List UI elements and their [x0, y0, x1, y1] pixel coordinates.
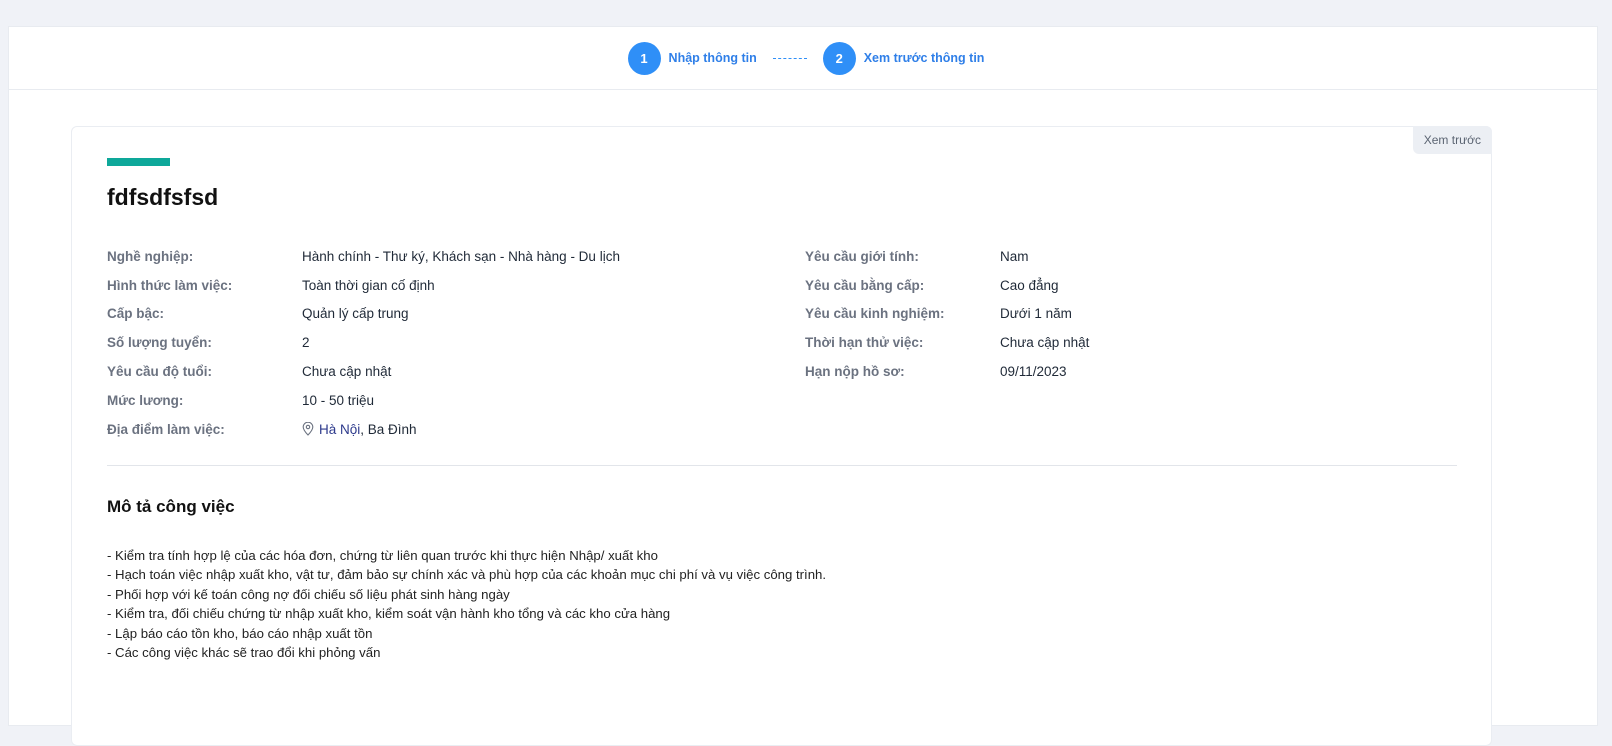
info-label: Hình thức làm việc:	[107, 277, 233, 293]
location-district: , Ba Đình	[360, 421, 417, 437]
info-value: Cao đẳng	[1000, 277, 1059, 293]
info-row-work-type: Hình thức làm việc: Toàn thời gian cố đị…	[107, 271, 620, 300]
info-row-gender: Yêu cầu giới tính: Nam	[805, 242, 1089, 271]
info-label: Số lượng tuyển:	[107, 335, 212, 351]
info-value: Dưới 1 năm	[1000, 306, 1072, 322]
info-row-degree: Yêu cầu bằng cấp: Cao đẳng	[805, 271, 1089, 300]
info-row-occupation: Nghề nghiệp: Hành chính - Thư ký, Khách …	[107, 242, 620, 271]
info-value: Nam	[1000, 248, 1029, 264]
location-value: Hà Nội, Ba Đình	[302, 421, 417, 437]
map-pin-icon	[302, 421, 314, 436]
info-value: 2	[302, 335, 310, 351]
info-row-location: Địa điểm làm việc: Hà Nội, Ba Đình	[107, 415, 620, 444]
info-value: Toàn thời gian cố định	[302, 277, 435, 293]
description-line: - Phối hợp với kế toán công nợ đối chiếu…	[107, 586, 510, 602]
stepper: 1 Nhập thông tin 2 Xem trước thông tin	[9, 27, 1597, 90]
info-value: Quản lý cấp trung	[302, 306, 409, 322]
section-divider	[107, 465, 1457, 466]
step-number: 1	[627, 41, 661, 75]
description-line: - Hạch toán việc nhập xuất kho, vật tư, …	[107, 567, 827, 583]
accent-bar	[107, 158, 170, 166]
description-heading: Mô tả công việc	[107, 497, 235, 516]
info-value: Hành chính - Thư ký, Khách sạn - Nhà hàn…	[302, 248, 620, 264]
job-info-left: Nghề nghiệp: Hành chính - Thư ký, Khách …	[107, 242, 620, 444]
description-line: - Kiểm tra tính hợp lệ của các hóa đơn, …	[107, 548, 658, 563]
info-label: Yêu cầu bằng cấp:	[805, 277, 925, 293]
info-label: Yêu cầu kinh nghiệm:	[805, 306, 945, 322]
info-label: Yêu cầu giới tính:	[805, 248, 919, 264]
step-number: 2	[822, 41, 856, 75]
location-city-link[interactable]: Hà Nội	[319, 422, 360, 437]
info-label: Địa điểm làm việc:	[107, 421, 225, 437]
job-info-right: Yêu cầu giới tính: Nam Yêu cầu bằng cấp:…	[805, 242, 1089, 386]
info-value: Chưa cập nhật	[302, 364, 392, 380]
info-label: Thời hạn thử việc:	[805, 335, 924, 351]
job-preview-card: Xem trước fdfsdfsfsd Nghề nghiệp: Hành c…	[71, 126, 1492, 746]
info-row-age: Yêu cầu độ tuổi: Chưa cập nhật	[107, 357, 620, 386]
info-value: Chưa cập nhật	[1000, 335, 1090, 351]
step-connector	[772, 57, 807, 59]
info-value: 09/11/2023	[1000, 364, 1067, 380]
info-row-headcount: Số lượng tuyển: 2	[107, 328, 620, 357]
info-label: Hạn nộp hồ sơ:	[805, 364, 905, 380]
step-label: Xem trước thông tin	[863, 51, 985, 65]
preview-badge: Xem trước	[1412, 126, 1492, 154]
description-line: - Lập báo cáo tồn kho, báo cáo nhập xuất…	[107, 625, 373, 641]
step-label: Nhập thông tin	[668, 51, 757, 65]
info-value: 10 - 50 triệu	[302, 392, 375, 408]
step-enter-info[interactable]: 1 Nhập thông tin	[627, 41, 757, 75]
job-title: fdfsdfsfsd	[107, 184, 219, 210]
page-frame: 1 Nhập thông tin 2 Xem trước thông tin X…	[8, 26, 1598, 746]
description-line: - Kiểm tra, đối chiếu chứng từ nhập xuất…	[107, 606, 671, 622]
job-description: - Kiểm tra tính hợp lệ của các hóa đơn, …	[107, 546, 826, 662]
info-label: Yêu cầu độ tuổi:	[107, 364, 213, 380]
info-row-deadline: Hạn nộp hồ sơ: 09/11/2023	[805, 357, 1089, 386]
info-label: Mức lương:	[107, 392, 184, 408]
info-label: Nghề nghiệp:	[107, 248, 194, 264]
info-row-salary: Mức lương: 10 - 50 triệu	[107, 386, 620, 415]
description-line: - Các công việc khác sẽ trao đổi khi phỏ…	[107, 645, 381, 661]
step-preview-info[interactable]: 2 Xem trước thông tin	[822, 41, 985, 75]
info-label: Cấp bậc:	[107, 306, 165, 322]
info-row-experience: Yêu cầu kinh nghiệm: Dưới 1 năm	[805, 300, 1089, 329]
info-row-probation: Thời hạn thử việc: Chưa cập nhật	[805, 328, 1089, 357]
info-row-level: Cấp bậc: Quản lý cấp trung	[107, 300, 620, 329]
